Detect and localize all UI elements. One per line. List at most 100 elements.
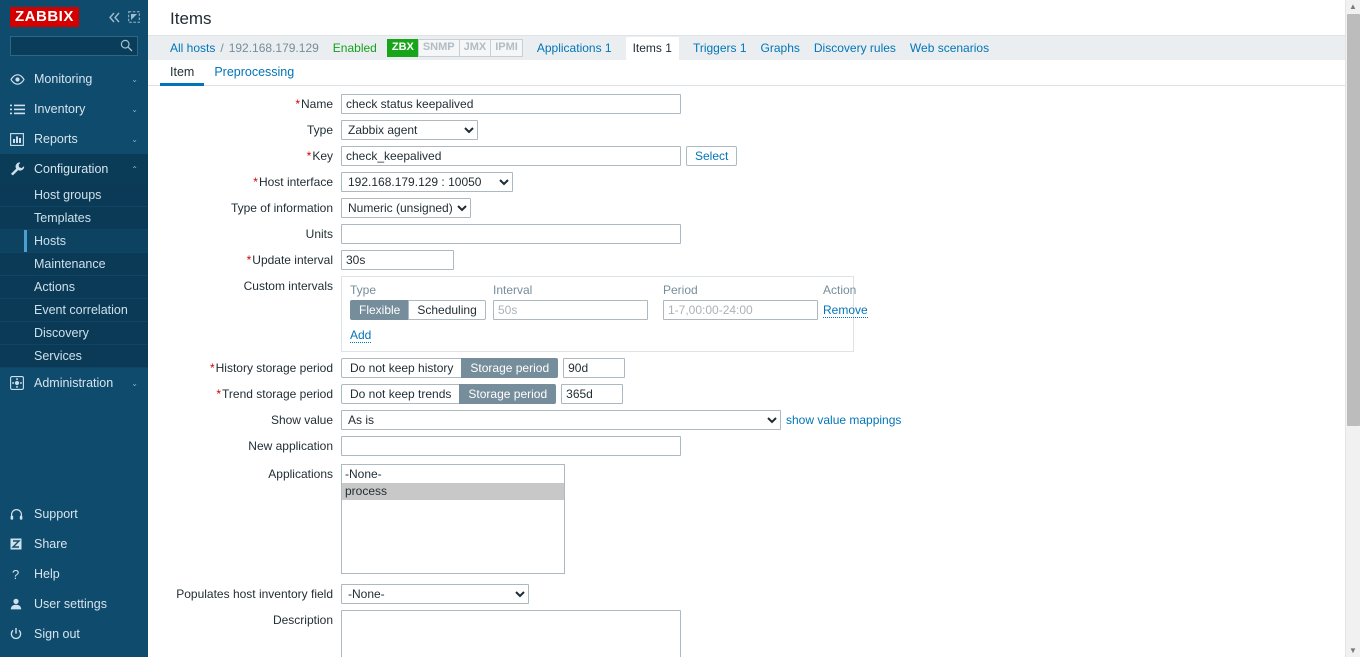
history-storage-period-option[interactable]: Storage period bbox=[461, 358, 559, 378]
sidebar-header-icons bbox=[108, 11, 140, 23]
power-icon bbox=[10, 628, 30, 640]
label-key: *Key bbox=[306, 149, 333, 163]
update-interval-input[interactable] bbox=[341, 250, 454, 270]
breadcrumb-separator: / bbox=[220, 41, 224, 55]
breadcrumb-graphs[interactable]: Graphs bbox=[761, 41, 800, 55]
label-update-interval: *Update interval bbox=[246, 253, 333, 267]
sidebar-item-administration[interactable]: Administration ⌄ bbox=[0, 368, 148, 398]
trend-do-not-keep-option[interactable]: Do not keep trends bbox=[341, 384, 461, 404]
description-textarea[interactable] bbox=[341, 610, 681, 657]
zabbix-logo[interactable]: ZABBIX bbox=[10, 7, 79, 27]
search-input[interactable] bbox=[11, 37, 137, 55]
breadcrumb-discovery-rules[interactable]: Discovery rules bbox=[814, 41, 896, 55]
breadcrumb-all-hosts[interactable]: All hosts bbox=[170, 41, 215, 55]
sidebar-item-user-settings[interactable]: User settings bbox=[0, 589, 148, 619]
tab-item[interactable]: Item bbox=[160, 65, 205, 86]
sidebar-item-templates[interactable]: Templates bbox=[0, 207, 148, 230]
sidebar-item-services[interactable]: Services bbox=[0, 345, 148, 368]
form-row-name: *Name bbox=[148, 94, 1360, 114]
sidebar-item-discovery[interactable]: Discovery bbox=[0, 322, 148, 345]
custom-intervals-table: Type Interval Period Action Flexible Sch… bbox=[341, 276, 868, 352]
support-headset-icon bbox=[10, 508, 30, 521]
sidebar-subnav-configuration: Host groups Templates Hosts Maintenance … bbox=[0, 184, 148, 368]
breadcrumb-web-scenarios[interactable]: Web scenarios bbox=[910, 41, 989, 55]
add-interval-link[interactable]: Add bbox=[350, 328, 372, 343]
interval-type-flexible[interactable]: Flexible bbox=[350, 300, 410, 320]
sidebar-item-help[interactable]: ? Help bbox=[0, 559, 148, 589]
sidebar-search[interactable] bbox=[10, 36, 138, 56]
sidebar-item-share[interactable]: Share bbox=[0, 529, 148, 559]
remove-interval-link[interactable]: Remove bbox=[823, 303, 868, 318]
user-icon bbox=[10, 598, 30, 610]
host-inventory-field-select[interactable]: -None- bbox=[341, 584, 529, 604]
label-new-application: New application bbox=[248, 439, 333, 453]
application-option-none[interactable]: -None- bbox=[342, 466, 564, 483]
sidebar-item-label: Reports bbox=[34, 132, 78, 146]
trend-storage-period-option[interactable]: Storage period bbox=[459, 384, 557, 404]
sidebar-subitem-label: Host groups bbox=[34, 188, 102, 202]
interval-type-scheduling[interactable]: Scheduling bbox=[408, 300, 486, 320]
breadcrumb-triggers[interactable]: Triggers 1 bbox=[693, 41, 747, 55]
breadcrumb-items[interactable]: Items 1 bbox=[625, 36, 679, 60]
units-input[interactable] bbox=[341, 224, 681, 244]
new-application-input[interactable] bbox=[341, 436, 681, 456]
trend-storage-toggle: Do not keep trends Storage period bbox=[341, 384, 557, 404]
sidebar-item-support[interactable]: Support bbox=[0, 499, 148, 529]
scroll-down-arrow-icon[interactable]: ▼ bbox=[1349, 646, 1357, 655]
custom-period-input[interactable] bbox=[663, 300, 818, 320]
key-input[interactable] bbox=[341, 146, 681, 166]
form-row-update-interval: *Update interval bbox=[148, 250, 1360, 270]
chevron-up-icon: ⌃ bbox=[131, 164, 138, 174]
show-value-select[interactable]: As is bbox=[341, 410, 781, 430]
page-scrollbar[interactable]: ▲ ▼ bbox=[1345, 0, 1360, 657]
label-host-inventory-field: Populates host inventory field bbox=[176, 587, 333, 601]
history-storage-period-input[interactable] bbox=[563, 358, 626, 378]
label-type: Type bbox=[306, 123, 333, 137]
share-z-icon bbox=[10, 538, 30, 550]
custom-intervals-row: Flexible Scheduling Remov bbox=[350, 300, 868, 320]
sidebar-item-inventory[interactable]: Inventory ⌄ bbox=[0, 94, 148, 124]
sidebar-item-sign-out[interactable]: Sign out bbox=[0, 619, 148, 649]
host-status-badge[interactable]: Enabled bbox=[319, 41, 377, 55]
wrench-icon bbox=[10, 162, 30, 176]
type-of-information-select[interactable]: Numeric (unsigned) bbox=[341, 198, 471, 218]
sidebar-item-label: Administration bbox=[34, 376, 114, 390]
sidebar-item-label: Sign out bbox=[34, 627, 80, 641]
collapse-icon[interactable] bbox=[108, 12, 121, 23]
breadcrumb-applications[interactable]: Applications 1 bbox=[537, 41, 612, 55]
sidebar-item-actions[interactable]: Actions bbox=[0, 276, 148, 299]
show-value-mappings-link[interactable]: show value mappings bbox=[786, 410, 901, 427]
select-key-button[interactable]: Select bbox=[686, 146, 738, 166]
type-select[interactable]: Zabbix agent bbox=[341, 120, 478, 140]
scrollbar-thumb[interactable] bbox=[1347, 14, 1360, 426]
label-applications: Applications bbox=[268, 467, 333, 481]
sidebar-subitem-label: Hosts bbox=[34, 234, 66, 248]
applications-listbox[interactable]: -None- process bbox=[341, 464, 565, 574]
sidebar-subitem-label: Discovery bbox=[34, 326, 89, 340]
sidebar-item-maintenance[interactable]: Maintenance bbox=[0, 253, 148, 276]
chevron-down-icon: ⌄ bbox=[131, 378, 138, 388]
label-host-interface: *Host interface bbox=[253, 175, 333, 189]
host-interface-select[interactable]: 192.168.179.129 : 10050 bbox=[341, 172, 513, 192]
history-do-not-keep-option[interactable]: Do not keep history bbox=[341, 358, 463, 378]
custom-interval-input[interactable] bbox=[493, 300, 648, 320]
sidebar-item-hosts[interactable]: Hosts bbox=[0, 230, 148, 253]
sidebar-item-configuration[interactable]: Configuration ⌃ bbox=[0, 154, 148, 184]
name-input[interactable] bbox=[341, 94, 681, 114]
badge-ipmi: IPMI bbox=[490, 39, 523, 57]
sidebar-item-host-groups[interactable]: Host groups bbox=[0, 184, 148, 207]
search-icon bbox=[120, 39, 133, 55]
trend-storage-period-input[interactable] bbox=[561, 384, 624, 404]
scroll-up-arrow-icon[interactable]: ▲ bbox=[1349, 2, 1357, 11]
application-option-process[interactable]: process bbox=[342, 483, 564, 500]
sidebar-item-reports[interactable]: Reports ⌄ bbox=[0, 124, 148, 154]
sidebar-item-label: Monitoring bbox=[34, 72, 93, 86]
sidebar-item-label: Inventory bbox=[34, 102, 86, 116]
sidebar-item-monitoring[interactable]: Monitoring ⌄ bbox=[0, 64, 148, 94]
tab-preprocessing[interactable]: Preprocessing bbox=[204, 65, 304, 85]
sidebar-item-label: User settings bbox=[34, 597, 107, 611]
hide-sidebar-icon[interactable] bbox=[128, 11, 140, 23]
sidebar-item-event-correlation[interactable]: Event correlation bbox=[0, 299, 148, 322]
sidebar-nav: Monitoring ⌄ Inventory ⌄ Reports ⌄ Confi… bbox=[0, 64, 148, 398]
column-header-interval: Interval bbox=[493, 283, 533, 297]
